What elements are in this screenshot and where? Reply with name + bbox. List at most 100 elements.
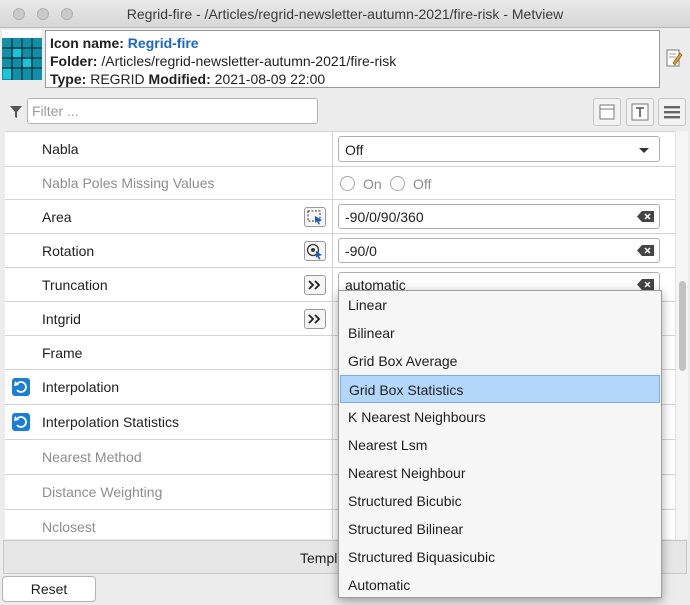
- area-field[interactable]: -90/0/90/360: [338, 204, 660, 229]
- clear-icon[interactable]: [637, 245, 654, 256]
- dropdown-item[interactable]: Nearest Neighbour: [340, 459, 660, 487]
- area-value: -90/0/90/360: [345, 209, 424, 225]
- dropdown-item[interactable]: Nearest Lsm: [340, 431, 660, 459]
- param-label-intgrid: Intgrid: [42, 310, 81, 327]
- type-line: Type: REGRID Modified: 2021-08-09 22:00: [50, 70, 655, 88]
- param-label-rotation: Rotation: [42, 242, 95, 259]
- hamburger-menu-icon: [664, 106, 680, 119]
- nabla-combobox[interactable]: Off: [338, 136, 660, 162]
- reset-default-icon[interactable]: [12, 413, 30, 431]
- dropdown-item[interactable]: Linear: [340, 291, 660, 319]
- double-chevron-right-icon: [308, 279, 321, 290]
- filter-icon: [10, 106, 22, 118]
- dropdown-item-label: Bilinear: [348, 325, 395, 341]
- dropdown-item-label: Grid Box Statistics: [349, 382, 464, 398]
- param-label-frame: Frame: [42, 344, 83, 361]
- type-label: Type:: [50, 71, 87, 87]
- dropdown-item-label: Automatic: [348, 577, 411, 593]
- scrollbar-thumb[interactable]: [679, 281, 686, 371]
- radio-on-label: On: [363, 176, 382, 192]
- menu-button[interactable]: [658, 98, 686, 126]
- dropdown-item-label: Grid Box Average: [348, 353, 458, 369]
- dropdown-item[interactable]: Structured Bilinear: [340, 515, 660, 543]
- param-label-area: Area: [42, 208, 72, 225]
- param-label-nabla-poles: Nabla Poles Missing Values: [42, 175, 215, 191]
- folder-label: Folder:: [50, 53, 98, 69]
- param-row-nabla-poles-missing-values: Nabla Poles Missing Values On Off: [5, 167, 675, 200]
- truncation-helper-button[interactable]: [304, 274, 326, 295]
- icon-name-line: Icon name: Regrid-fire: [50, 34, 655, 52]
- param-label-interpolation: Interpolation: [42, 379, 120, 395]
- dropdown-item-label: Structured Bilinear: [348, 521, 464, 537]
- param-label-cell: Distance Weighting: [5, 475, 333, 509]
- dropdown-item-label: Structured Biquasicubic: [348, 549, 496, 565]
- dropdown-item-label: K Nearest Neighbours: [348, 409, 486, 425]
- dropdown-item[interactable]: Structured Biquasicubic: [340, 543, 660, 571]
- dropdown-item[interactable]: Grid Box Average: [340, 347, 660, 375]
- type-value: REGRID: [90, 71, 145, 87]
- rotation-helper-button[interactable]: [304, 240, 326, 261]
- template-label: Templ: [300, 550, 338, 566]
- dropdown-item-label: Nearest Lsm: [348, 437, 428, 453]
- chevron-down-icon: [639, 148, 649, 153]
- interpolation-dropdown-list: Linear Bilinear Grid Box Average Grid Bo…: [338, 290, 662, 598]
- intgrid-helper-button[interactable]: [304, 308, 326, 329]
- undo-icon: [14, 381, 27, 393]
- dropdown-item-selected[interactable]: Grid Box Statistics: [340, 375, 660, 403]
- param-label-nabla: Nabla: [42, 141, 79, 157]
- window-title: Regrid-fire - /Articles/regrid-newslette…: [126, 6, 564, 22]
- param-value-cell: Off: [338, 132, 660, 166]
- param-label-cell: Intgrid: [5, 302, 333, 335]
- param-label-cell: Frame: [5, 336, 333, 369]
- filter-bar: [0, 94, 690, 130]
- folder-line: Folder: /Articles/regrid-newsletter-autu…: [50, 52, 655, 70]
- dropdown-item-label: Nearest Neighbour: [348, 465, 466, 481]
- param-row-nabla: Nabla Off: [5, 132, 675, 167]
- nabla-value: Off: [345, 142, 364, 158]
- double-chevron-right-icon: [308, 313, 321, 324]
- dropdown-item[interactable]: K Nearest Neighbours: [340, 403, 660, 431]
- reset-default-icon[interactable]: [12, 378, 30, 396]
- icon-info-header: Icon name: Regrid-fire Folder: /Articles…: [0, 28, 690, 92]
- clear-icon[interactable]: [637, 279, 654, 290]
- dropdown-item-label: Structured Bicubic: [348, 493, 462, 509]
- dropdown-item[interactable]: Structured Bicubic: [340, 487, 660, 515]
- filter-input[interactable]: [27, 98, 318, 124]
- param-value-cell: -90/0/90/360: [338, 200, 660, 233]
- icon-name-value: Regrid-fire: [127, 35, 199, 51]
- radio-off[interactable]: [390, 176, 405, 191]
- area-selection-helper-button[interactable]: [304, 206, 326, 227]
- edit-icon[interactable]: [665, 48, 683, 68]
- clear-icon[interactable]: [637, 211, 654, 222]
- param-value-cell: -90/0: [338, 234, 660, 267]
- param-label-cell: Area: [5, 200, 333, 233]
- param-row-area: Area -90/0/90/360: [5, 200, 675, 234]
- param-label-interpolation-statistics: Interpolation Statistics: [42, 414, 179, 430]
- modified-label: Modified:: [148, 71, 211, 87]
- param-label-cell: Nabla: [5, 132, 333, 166]
- rotation-value: -90/0: [345, 243, 377, 259]
- radio-on[interactable]: [340, 176, 355, 191]
- param-value-cell: On Off: [338, 167, 660, 199]
- text-mode-button[interactable]: [626, 98, 654, 126]
- param-label-cell: Interpolation: [5, 370, 333, 404]
- reset-button[interactable]: Reset: [2, 576, 96, 602]
- dropdown-item-label: Linear: [348, 297, 387, 313]
- dropdown-item[interactable]: Bilinear: [340, 319, 660, 347]
- table-scrollbar[interactable]: [675, 131, 688, 539]
- icon-info-box: Icon name: Regrid-fire Folder: /Articles…: [45, 30, 660, 88]
- panel-view-button[interactable]: [593, 98, 621, 126]
- param-label-cell: Nabla Poles Missing Values: [5, 167, 333, 199]
- param-label-cell: Rotation: [5, 234, 333, 267]
- rotation-field[interactable]: -90/0: [338, 238, 660, 263]
- folder-value: /Articles/regrid-newsletter-autumn-2021/…: [101, 53, 397, 69]
- title-bar: Regrid-fire - /Articles/regrid-newslette…: [0, 0, 690, 28]
- param-label-nearest-method: Nearest Method: [42, 449, 142, 465]
- param-label-cell: Interpolation Statistics: [5, 405, 333, 439]
- undo-icon: [14, 416, 27, 428]
- param-label-distance-weighting: Distance Weighting: [42, 484, 163, 500]
- panel-icon: [599, 104, 615, 120]
- regrid-icon: [2, 30, 42, 80]
- icon-name-label: Icon name:: [50, 35, 124, 51]
- dropdown-item[interactable]: Automatic: [340, 571, 660, 599]
